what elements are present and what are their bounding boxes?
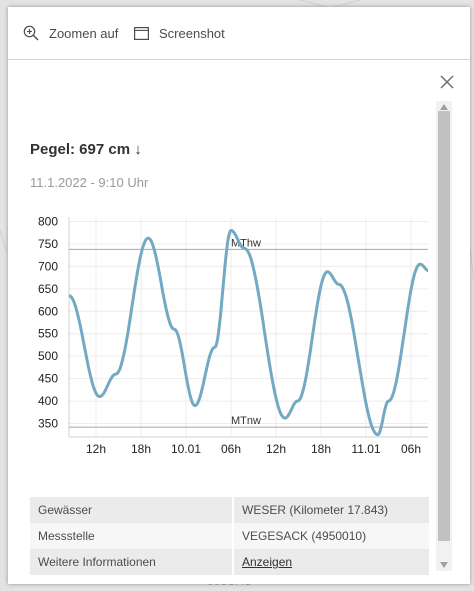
zoom-to-label: Zoomen auf [49,25,119,41]
close-button[interactable] [438,73,456,91]
x-tick-label: 18h [131,442,151,456]
row-value: WESER (Kilometer 17.843) [233,497,429,523]
scroll-up-arrow-icon[interactable] [439,103,449,111]
scroll-down-arrow-icon[interactable] [439,561,449,569]
y-tick-label: 650 [38,282,58,296]
more-info-link[interactable]: Anzeigen [242,555,292,569]
x-tick-label: 12h [86,442,106,456]
series-line [68,229,431,437]
y-tick-label: 600 [38,304,58,318]
row-key: Messstelle [30,523,234,549]
y-tick-label: 550 [38,327,58,341]
y-tick-label: 750 [38,237,58,251]
screenshot-label: Screenshot [159,25,225,41]
zoom-in-icon [23,25,49,41]
scroll-thumb[interactable] [438,111,450,541]
y-tick-label: 800 [38,214,58,228]
table-row: Gewässer WESER (Kilometer 17.843) [30,497,429,523]
info-table: Gewässer WESER (Kilometer 17.843) Messst… [30,497,429,575]
popup-content: Pegel: 697 cm ↓ 11.1.2022 - 9:10 Uhr 800… [8,102,432,577]
row-value: VEGESACK (4950010) [233,523,429,549]
y-tick-label: 450 [38,372,58,386]
y-tick-label: 350 [38,417,58,431]
y-tick-label: 700 [38,259,58,273]
water-level-chart: 800 750 700 650 600 550 500 450 400 350 12h 18h 10.0… [28,209,431,469]
table-row: Messstelle VEGESACK (4950010) [30,523,429,549]
x-tick-label: 06h [221,442,241,456]
x-tick-label: 10.01 [171,442,201,456]
row-key: Gewässer [30,497,234,523]
close-icon [440,75,454,89]
feature-popup: Zoomen auf Screenshot Pegel: 697 cm ↓ 11… [8,7,470,584]
screenshot-button[interactable]: Screenshot [134,22,225,44]
row-value: Anzeigen [233,549,429,575]
x-tick-label: 18h [311,442,331,456]
scrollbar[interactable] [436,101,452,571]
row-key: Weitere Informationen [30,549,234,575]
gauge-timestamp: 11.1.2022 - 9:10 Uhr [30,175,149,190]
x-tick-label: 11.01 [351,442,380,456]
x-tick-label: 12h [266,442,286,456]
x-tick-label: 06h [401,442,421,456]
table-row: Weitere Informationen Anzeigen [30,549,429,575]
gauge-title: Pegel: 697 cm ↓ [30,141,142,158]
chart-svg: 800 750 700 650 600 550 500 450 400 350 12h 18h 10.0… [38,214,431,456]
y-tick-label: 400 [38,394,58,408]
y-tick-label: 500 [38,349,58,363]
zoom-to-button[interactable]: Zoomen auf [23,22,118,44]
reference-line-label: MTnw [231,415,261,427]
screenshot-icon [134,26,159,40]
popup-toolbar: Zoomen auf Screenshot [8,7,470,60]
